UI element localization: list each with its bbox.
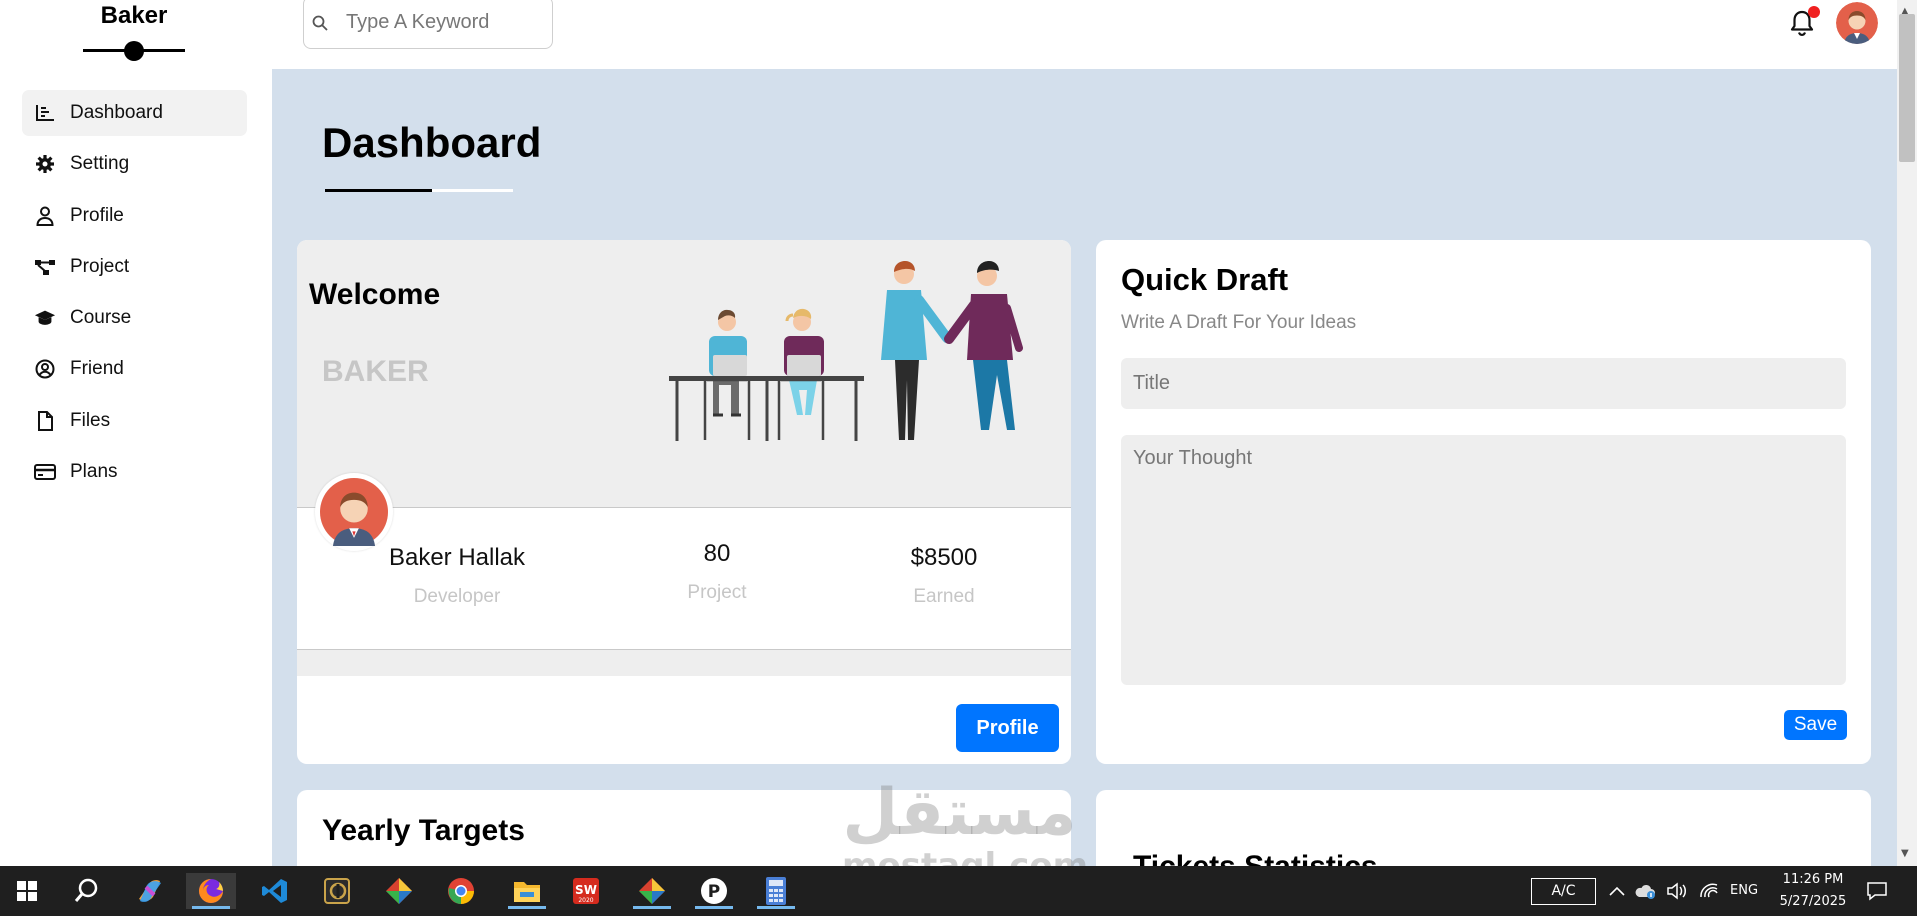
user-role: Developer [413,586,501,607]
diagram-project-icon [34,256,56,278]
projects-value: 80 [703,540,731,567]
sidebar-item-label: Files [70,409,111,431]
notifications-icon[interactable] [1861,873,1893,909]
geogebra-icon[interactable] [317,873,357,909]
sidebar: Baker Dashboard Setting Profile Project … [0,0,272,866]
page-title: Dashboard [322,119,542,166]
clock-date[interactable]: 5/27/2025 [1772,894,1854,909]
team-illustration [669,261,1023,441]
git-icon-2[interactable] [627,873,677,909]
yearly-targets-card: Yearly Targets [297,790,1071,866]
title-underline [325,189,513,192]
onedrive-cloud-icon[interactable] [1633,873,1657,909]
volume-icon[interactable] [1665,873,1689,909]
taskbar: SW 2020 P A/C ENG 11:26 PM 5/27/2025 [0,866,1917,916]
projects-label: Project [687,582,747,603]
svg-text:SW: SW [575,883,597,897]
active-indicator [192,906,230,909]
postman-icon[interactable]: P [689,873,739,909]
welcome-card: Welcome BAKER Baker Hallak Developer 80 … [297,240,1071,764]
notification-badge [1808,6,1820,18]
search-box [303,0,553,49]
sidebar-item-label: Project [70,255,130,277]
sidebar-item-friend[interactable]: Friend [22,346,247,392]
open-indicator [508,906,546,909]
open-indicator [695,906,733,909]
sidebar-item-plans[interactable]: Plans [22,449,247,495]
main-content: Dashboard Welcome BAKER Baker Hallak Dev… [272,69,1897,866]
sidebar-item-label: Dashboard [70,102,163,123]
search-icon [312,15,332,31]
chevron-up-icon[interactable] [1605,873,1629,909]
user-name: Baker Hallak [388,544,526,571]
scrollbar-thumb[interactable] [1899,14,1915,162]
profile-button[interactable]: Profile [956,704,1059,752]
sidebar-item-setting[interactable]: Setting [22,141,247,187]
welcome-brand: BAKER [322,355,429,388]
scroll-down-arrow-icon[interactable]: ▼ [1901,848,1909,859]
copilot-icon[interactable] [130,873,170,909]
svg-text:P: P [708,882,720,902]
sidebar-item-course[interactable]: Course [22,295,247,341]
firefox-icon[interactable] [186,873,236,909]
ac-indicator[interactable]: A/C [1531,878,1596,905]
stat-earned: $8500 Earned [864,544,1024,608]
sidebar-item-label: Course [70,307,132,329]
sidebar-item-label: Plans [70,461,118,483]
git-icon[interactable] [379,873,419,909]
stat-user: Baker Hallak Developer [377,544,537,608]
earned-label: Earned [913,586,975,607]
tickets-statistics-title: Tickets Statistics [1133,850,1378,866]
user-circle-icon [34,358,56,380]
brand-name: Baker [100,2,168,29]
sidebar-item-label: Profile [70,204,124,226]
search-icon[interactable] [67,873,107,909]
sidebar-item-label: Setting [70,153,130,175]
save-button[interactable]: Save [1784,710,1847,740]
stat-projects: 80 Project [637,540,797,604]
gear-icon [34,153,56,175]
chrome-icon[interactable] [441,873,481,909]
svg-text:2020: 2020 [578,897,593,904]
sidebar-item-files[interactable]: Files [22,398,247,444]
quick-draft-card: Quick Draft Write A Draft For Your Ideas… [1096,240,1871,764]
calculator-icon[interactable] [751,873,801,909]
avatar[interactable] [1836,2,1878,44]
user-icon [34,205,56,227]
windows-start-icon[interactable] [7,873,47,909]
quick-draft-subtitle: Write A Draft For Your Ideas [1121,312,1357,333]
brand: Baker [0,0,268,61]
welcome-stats: Baker Hallak Developer 80 Project $8500 … [297,508,1071,650]
tickets-statistics-card: Tickets Statistics [1096,790,1871,866]
open-indicator [757,906,795,909]
search-input[interactable] [346,11,536,34]
yearly-targets-title: Yearly Targets [322,814,525,847]
sidebar-item-profile[interactable]: Profile [22,193,247,239]
solidworks-icon[interactable]: SW 2020 [566,873,606,909]
language-indicator[interactable]: ENG [1730,883,1758,898]
sidebar-item-dashboard[interactable]: Dashboard [22,90,247,136]
file-icon [34,410,56,432]
vscode-icon[interactable] [255,873,295,909]
graduation-cap-icon [34,307,56,329]
sidebar-nav: Dashboard Setting Profile Project Course [22,90,247,500]
credit-card-icon [34,461,56,483]
clock-time[interactable]: 11:26 PM [1778,872,1848,887]
welcome-title: Welcome [309,278,441,311]
file-explorer-icon[interactable] [502,873,552,909]
draft-title-input[interactable] [1121,358,1846,409]
chart-line-icon [34,102,56,124]
open-indicator [633,906,671,909]
welcome-divider [297,650,1071,676]
welcome-header: Welcome BAKER [297,240,1071,508]
earned-value: $8500 [910,544,978,571]
sidebar-item-label: Friend [70,358,124,380]
draft-thought-textarea[interactable] [1121,435,1846,685]
brand-underline [83,41,185,61]
sidebar-item-project[interactable]: Project [22,244,247,290]
wifi-icon[interactable] [1697,873,1721,909]
quick-draft-title: Quick Draft [1121,262,1289,297]
